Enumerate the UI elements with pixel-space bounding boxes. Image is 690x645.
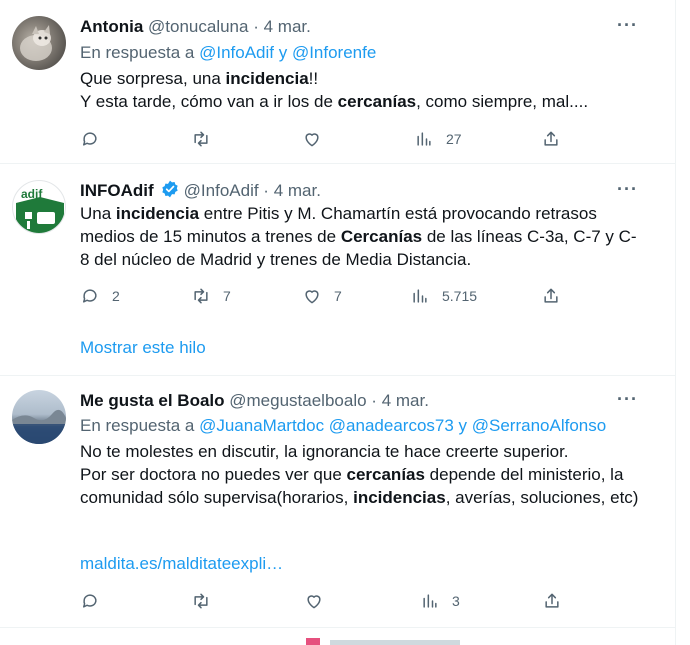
next-tweet-peek-text bbox=[330, 640, 460, 645]
text-segment: Que sorpresa, una bbox=[80, 69, 226, 88]
tweet-header: INFOAdif @InfoAdif · 4 mar. ··· bbox=[80, 179, 656, 203]
share-icon bbox=[545, 593, 559, 608]
reply-mentions[interactable]: @JuanaMartdoc @anadearcos73 y @SerranoAl… bbox=[199, 416, 606, 435]
heart-icon bbox=[305, 290, 319, 304]
reply-context: En respuesta a @JuanaMartdoc @anadearcos… bbox=[80, 415, 606, 437]
more-options-icon[interactable]: ··· bbox=[617, 15, 638, 35]
analytics-icon bbox=[423, 594, 437, 608]
like-button[interactable]: 7 bbox=[302, 284, 342, 308]
share-button[interactable] bbox=[542, 589, 562, 613]
highlighted-term: cercanías bbox=[346, 465, 425, 484]
reply-icon bbox=[83, 289, 97, 303]
reply-prefix: En respuesta a bbox=[80, 43, 195, 62]
next-tweet-peek bbox=[306, 638, 320, 645]
user-handle[interactable]: @tonucaluna bbox=[148, 17, 248, 36]
reply-icon bbox=[83, 594, 97, 608]
text-segment: Una bbox=[80, 204, 116, 223]
highlighted-term: incidencias bbox=[353, 488, 446, 507]
show-thread-link[interactable]: Mostrar este hilo bbox=[80, 337, 206, 359]
avatar[interactable] bbox=[12, 390, 66, 444]
avatar[interactable] bbox=[12, 16, 66, 70]
analytics-icon bbox=[413, 289, 427, 303]
reply-context: En respuesta a @InfoAdif y @Inforenfe bbox=[80, 42, 376, 64]
views-button[interactable]: 27 bbox=[414, 127, 462, 151]
tweet-actions: 3 bbox=[80, 589, 560, 613]
more-options-icon[interactable]: ··· bbox=[617, 389, 638, 409]
reply-icon bbox=[83, 132, 97, 146]
like-count: 7 bbox=[334, 288, 342, 304]
tweet-text: No te molestes en discutir, la ignoranci… bbox=[80, 440, 655, 509]
highlighted-term: incidencia bbox=[115, 204, 200, 223]
display-name[interactable]: Antonia bbox=[80, 17, 143, 36]
separator-dot: · bbox=[253, 17, 259, 36]
tweet-text: Una incidencia entre Pitis y M. Chamartí… bbox=[80, 202, 640, 271]
text-segment: !! bbox=[308, 69, 319, 88]
highlighted-term: incidencia bbox=[225, 69, 309, 88]
reply-prefix: En respuesta a bbox=[80, 416, 195, 435]
highlighted-term: Cercanías bbox=[340, 227, 423, 246]
analytics-icon bbox=[417, 132, 431, 146]
separator-dot: · bbox=[263, 181, 269, 200]
timestamp[interactable]: 4 mar. bbox=[264, 17, 311, 36]
text-segment: , averías, soluciones, etc) bbox=[445, 488, 639, 507]
like-button[interactable] bbox=[302, 127, 322, 151]
retweet-button[interactable] bbox=[191, 127, 211, 151]
avatar[interactable]: adif bbox=[12, 180, 66, 234]
retweet-button[interactable]: 7 bbox=[191, 284, 231, 308]
views-button[interactable]: 3 bbox=[420, 589, 460, 613]
reply-button[interactable] bbox=[80, 589, 100, 613]
share-button[interactable] bbox=[541, 127, 561, 151]
text-segment: , como siempre, mal.... bbox=[416, 92, 589, 111]
views-button[interactable]: 5.715 bbox=[410, 284, 477, 308]
share-icon bbox=[544, 288, 558, 303]
text-segment: Por ser doctora no puedes ver que bbox=[80, 465, 347, 484]
retweet-button[interactable] bbox=[191, 589, 211, 613]
timestamp[interactable]: 4 mar. bbox=[274, 181, 321, 200]
card-link[interactable]: maldita.es/malditateexpli… bbox=[80, 553, 283, 575]
retweet-count: 7 bbox=[223, 288, 231, 304]
tweet[interactable]: Antonia @tonucaluna · 4 mar. ··· En resp… bbox=[0, 0, 676, 164]
tweet-actions: 2 7 7 5.715 bbox=[80, 284, 560, 308]
share-icon bbox=[544, 131, 558, 146]
retweet-icon bbox=[194, 593, 208, 609]
reply-count: 2 bbox=[112, 288, 120, 304]
tweet-header: Antonia @tonucaluna · 4 mar. ··· bbox=[80, 15, 656, 39]
retweet-icon bbox=[194, 131, 208, 147]
more-options-icon[interactable]: ··· bbox=[617, 179, 638, 199]
reply-button[interactable] bbox=[80, 127, 100, 151]
tweet-header: Me gusta el Boalo @megustaelboalo · 4 ma… bbox=[80, 389, 656, 413]
views-count: 27 bbox=[446, 131, 462, 147]
heart-icon bbox=[307, 595, 321, 609]
like-button[interactable] bbox=[304, 589, 324, 613]
tweet-text: Que sorpresa, una incidencia!! Y esta ta… bbox=[80, 67, 660, 113]
avatar-landscape-image bbox=[12, 409, 66, 444]
display-name[interactable]: INFOAdif bbox=[80, 181, 154, 200]
timestamp[interactable]: 4 mar. bbox=[382, 391, 429, 410]
views-count: 3 bbox=[452, 593, 460, 609]
views-count: 5.715 bbox=[442, 288, 478, 304]
retweet-icon bbox=[194, 288, 208, 304]
verified-badge-icon bbox=[161, 180, 178, 198]
timeline: Antonia @tonucaluna · 4 mar. ··· En resp… bbox=[0, 0, 676, 645]
display-name[interactable]: Me gusta el Boalo bbox=[80, 391, 225, 410]
adif-logo-icon: adif bbox=[16, 187, 64, 233]
share-button[interactable] bbox=[541, 284, 561, 308]
highlighted-term: cercanías bbox=[337, 92, 417, 111]
tweet[interactable]: Me gusta el Boalo @megustaelboalo · 4 ma… bbox=[0, 376, 676, 628]
user-handle[interactable]: @InfoAdif bbox=[184, 181, 259, 200]
user-handle[interactable]: @megustaelboalo bbox=[229, 391, 366, 410]
text-segment: No te molestes en discutir, la ignoranci… bbox=[80, 442, 569, 461]
reply-button[interactable]: 2 bbox=[80, 284, 120, 308]
text-segment: Y esta tarde, cómo van a ir los de bbox=[80, 92, 338, 111]
separator-dot: · bbox=[371, 391, 377, 410]
avatar-cat-image bbox=[20, 25, 52, 61]
tweet[interactable]: adif INFOAdif @InfoAdif · 4 mar. ··· Una … bbox=[0, 164, 676, 376]
reply-mentions[interactable]: @InfoAdif y @Inforenfe bbox=[199, 43, 376, 62]
heart-icon bbox=[305, 133, 319, 147]
tweet-actions: 27 bbox=[80, 127, 560, 151]
